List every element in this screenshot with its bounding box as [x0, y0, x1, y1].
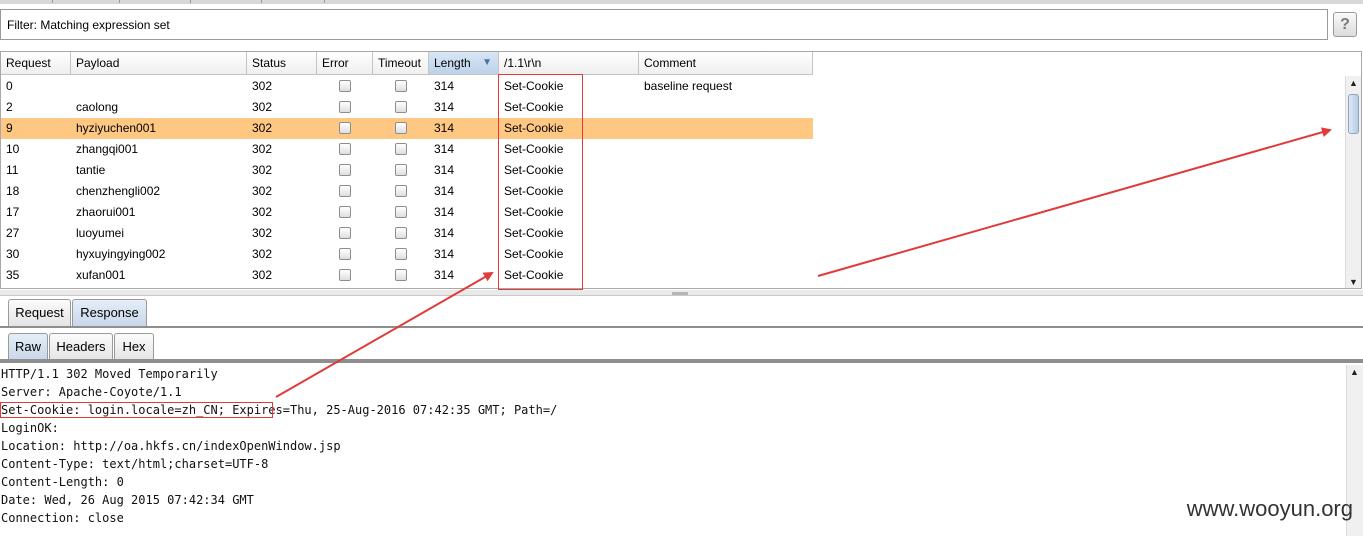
annotation-arrows: [275, 127, 1332, 398]
watermark: www.wooyun.org: [1186, 496, 1353, 521]
annotation-arrow-to-scrollbar: [817, 127, 1332, 277]
annotation-arrow-to-table: [275, 272, 494, 398]
